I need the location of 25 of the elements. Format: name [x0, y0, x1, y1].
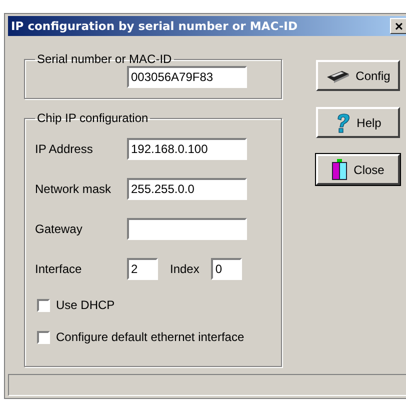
- group-title: Serial number or MAC-ID: [36, 52, 173, 66]
- checkbox[interactable]: [37, 298, 50, 312]
- field-label: Interface: [35, 262, 83, 276]
- group-title: Chip IP configuration: [36, 111, 150, 125]
- window-title: IP configuration by serial number or MAC-ID: [11, 19, 298, 33]
- help-button[interactable]: Help: [316, 107, 400, 138]
- index-field[interactable]: 0: [211, 258, 242, 280]
- serial-field[interactable]: 003056A79F83: [127, 66, 247, 88]
- input-field[interactable]: 192.168.0.100: [127, 138, 247, 160]
- field-label: Gateway: [35, 222, 84, 236]
- input-field[interactable]: [127, 218, 247, 240]
- checkbox-label: Use DHCP: [56, 298, 115, 312]
- input-field[interactable]: 255.255.0.0: [127, 178, 247, 200]
- field-label: IP Address: [35, 142, 94, 156]
- checkbox[interactable]: [37, 330, 50, 344]
- close-button[interactable]: ×: [390, 18, 406, 34]
- close-button[interactable]: Close: [316, 154, 400, 185]
- interface-field[interactable]: 2: [127, 258, 158, 280]
- field-label: Index: [170, 262, 200, 276]
- door-icon: [332, 158, 348, 180]
- card-reader-icon: [326, 68, 350, 82]
- question-icon: [334, 112, 351, 132]
- config-button[interactable]: Config: [316, 60, 400, 91]
- field-label: Network mask: [35, 182, 112, 196]
- checkbox-label: Configure default ethernet interface: [56, 330, 244, 344]
